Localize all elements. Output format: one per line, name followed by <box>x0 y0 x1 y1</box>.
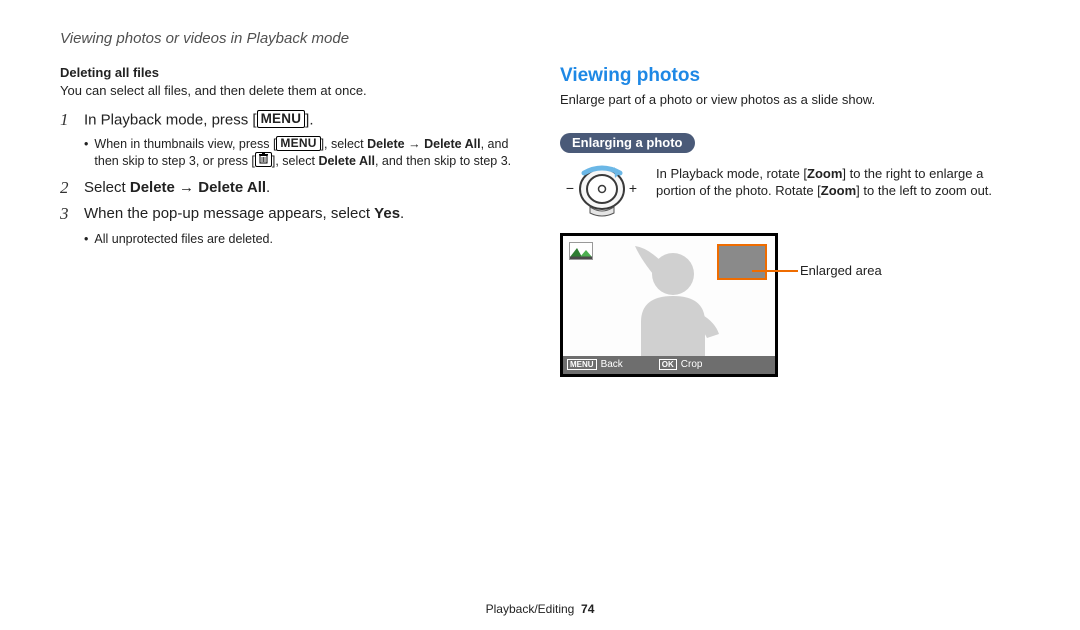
enlarged-area-indicator <box>717 244 767 280</box>
menu-icon: MENU <box>257 110 306 129</box>
step-num: 3 <box>60 204 74 224</box>
svg-text:−: − <box>566 180 574 196</box>
section-intro: Enlarge part of a photo or view photos a… <box>560 91 1020 109</box>
step-1-note: • When in thumbnails view, press [MENU],… <box>84 136 520 170</box>
footer-page: 74 <box>581 602 594 616</box>
steps-list: 1 In Playback mode, press [MENU]. • When… <box>60 110 520 248</box>
zoom-instructions: − + In Playback mode, rotate [Zoom] to t… <box>560 165 1020 221</box>
step-3: 3 When the pop-up message appears, selec… <box>60 204 520 224</box>
deleting-intro: You can select all files, and then delet… <box>60 82 520 100</box>
trash-icon <box>255 152 272 167</box>
document-page: Viewing photos or videos in Playback mod… <box>0 0 1080 630</box>
step-1: 1 In Playback mode, press [MENU]. <box>60 110 520 131</box>
step-text: Select Delete → Delete All. <box>84 178 270 198</box>
step-3-note: • All unprotected files are deleted. <box>84 231 520 248</box>
svg-text:+: + <box>629 180 637 196</box>
bullet-dot: • <box>84 136 88 170</box>
status-back-label: Back <box>601 359 623 370</box>
thumbnail-icon <box>569 242 593 260</box>
step-text: In Playback mode, press [MENU]. <box>84 110 314 131</box>
ok-icon: OK <box>659 359 677 371</box>
step-2: 2 Select Delete → Delete All. <box>60 178 520 198</box>
enlarging-pill: Enlarging a photo <box>560 133 695 153</box>
status-crop-label: Crop <box>681 359 703 370</box>
step-num: 1 <box>60 110 74 131</box>
zoom-text: In Playback mode, rotate [Zoom] to the r… <box>656 165 1020 200</box>
callout-line <box>752 270 798 272</box>
section-title: Viewing photos <box>560 65 1020 87</box>
deleting-subhead: Deleting all files <box>60 65 520 80</box>
chapter-title: Viewing photos or videos in Playback mod… <box>60 30 1020 47</box>
step-text: When the pop-up message appears, select … <box>84 204 404 224</box>
menu-icon: MENU <box>567 359 597 371</box>
photo-status-bar: MENU Back OK Crop <box>563 356 775 374</box>
bullet-dot: • <box>84 231 88 248</box>
enlarged-area-label: Enlarged area <box>800 263 882 278</box>
enlarged-photo-figure: MENU Back OK Crop Enlarged area <box>560 233 1020 377</box>
zoom-dial-icon: − + <box>560 165 644 221</box>
page-footer: Playback/Editing 74 <box>0 602 1080 616</box>
menu-icon: MENU <box>276 136 320 151</box>
two-column-layout: Deleting all files You can select all fi… <box>60 65 1020 377</box>
right-column: Viewing photos Enlarge part of a photo o… <box>560 65 1020 377</box>
photo-frame: MENU Back OK Crop <box>560 233 778 377</box>
step-num: 2 <box>60 178 74 198</box>
photo-content <box>563 236 775 356</box>
footer-section: Playback/Editing <box>486 602 575 616</box>
left-column: Deleting all files You can select all fi… <box>60 65 520 377</box>
